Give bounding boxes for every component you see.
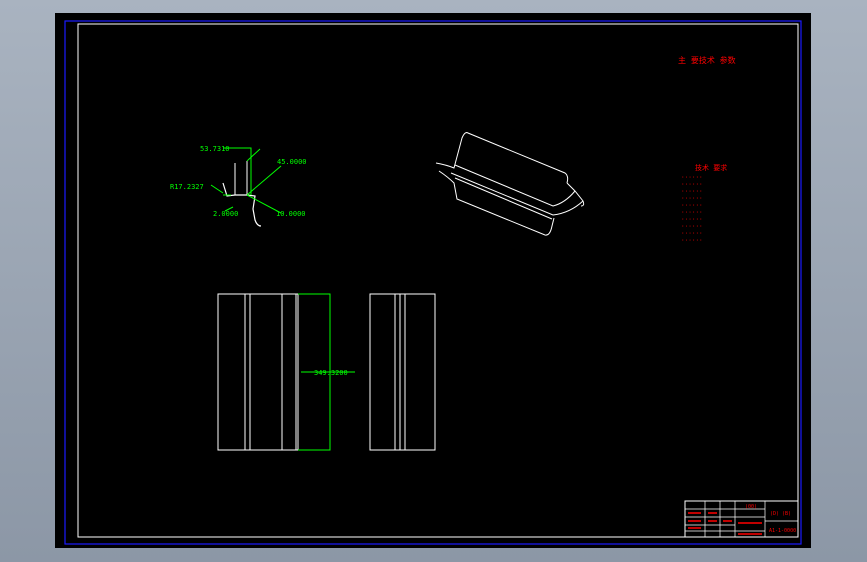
requirements-line: ······ <box>681 223 703 230</box>
title-block-code: A1-1-0000 <box>769 528 796 534</box>
requirements-title: 技术 要求 <box>695 163 727 172</box>
front-view: 349.3200 <box>217 293 355 451</box>
iso-channel-floor <box>450 172 584 220</box>
requirements-line: ······ <box>681 202 703 209</box>
section-profile: 53.7310 R17.2327 2.0000 45.0000 10.0000 <box>170 145 307 227</box>
sheet-border-inner <box>77 23 799 538</box>
dim-length: 349.3200 <box>314 369 348 377</box>
front-view-lines <box>244 294 297 450</box>
dim-angle-lower: 10.0000 <box>276 210 306 218</box>
side-view-outline <box>369 293 436 451</box>
requirements-line: ······ <box>681 188 703 195</box>
parameters-heading: 主 要技术 参数 <box>678 55 736 65</box>
title-block-header: (00) <box>745 504 757 510</box>
requirements-line: ······ <box>681 181 703 188</box>
requirements-line: ······ <box>681 216 703 223</box>
technical-requirements: 技术 要求 ······ ······ ······ ······ ······… <box>681 163 727 244</box>
dimension-lines <box>210 147 282 214</box>
profile-upper-flange <box>234 161 248 195</box>
sheet-border-outer <box>64 20 802 545</box>
isometric-view <box>435 132 585 236</box>
cad-drawing-canvas[interactable]: 主 要技术 参数 技术 要求 ······ ······ ······ ····… <box>55 13 811 548</box>
side-view <box>369 293 436 451</box>
requirements-line: ······ <box>681 230 703 237</box>
title-block: (00) (D) (B) A1-1-0000 <box>684 500 799 538</box>
dim-angle-upper: 45.0000 <box>277 158 307 166</box>
requirements-line: ······ <box>681 174 703 181</box>
side-view-lines <box>394 294 406 450</box>
profile-outline <box>222 182 262 227</box>
dim-radius: R17.2327 <box>170 183 204 191</box>
dim-thickness: 2.0000 <box>213 210 238 218</box>
dim-top-width: 53.7310 <box>200 145 230 153</box>
requirements-line: ······ <box>681 237 703 244</box>
drawing-viewport[interactable]: 主 要技术 参数 技术 要求 ······ ······ ······ ····… <box>55 13 811 548</box>
iso-front-edge <box>438 170 555 236</box>
front-view-outline <box>217 293 299 451</box>
requirements-line: ······ <box>681 195 703 202</box>
title-block-side-label: (D) (B) <box>770 511 791 517</box>
requirements-line: ······ <box>681 209 703 216</box>
